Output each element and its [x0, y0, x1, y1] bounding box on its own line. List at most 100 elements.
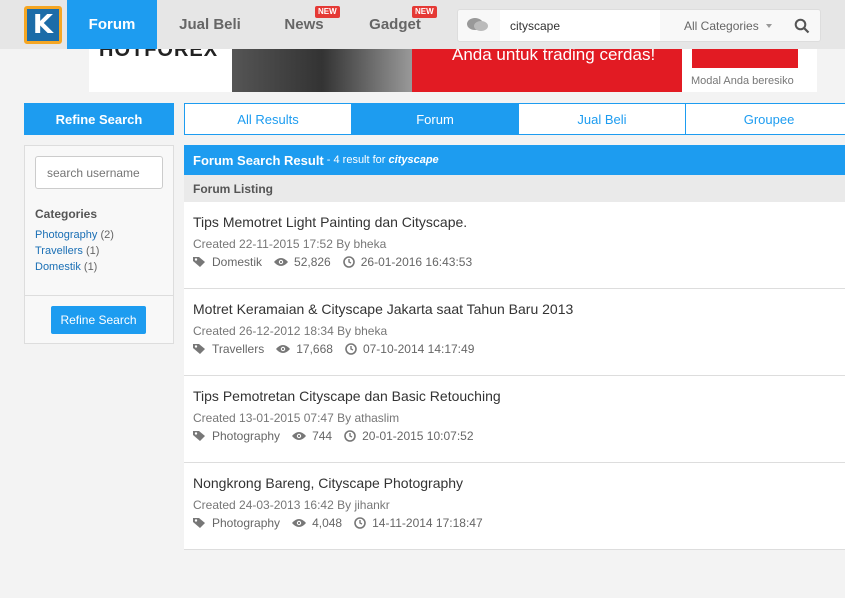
result-count-text: - 4 result for [326, 154, 386, 166]
category-select[interactable]: All Categories [684, 19, 759, 33]
refine-search-header: Refine Search [24, 103, 174, 135]
thread-views: 4,048 [312, 516, 343, 530]
category-meta: Photography [193, 516, 280, 530]
nav-jual-beli-label: Jual Beli [179, 16, 241, 33]
thread-meta: Photography 744 20-01-2015 10:07:52 [193, 429, 845, 443]
thread-views: 52,826 [294, 255, 331, 269]
list-item: Tips Memotret Light Painting dan Citysca… [184, 202, 845, 289]
thread-category[interactable]: Travellers [212, 342, 264, 356]
thread-created: Created 24-03-2013 16:42 By jihankr [193, 498, 390, 512]
ad-banner[interactable]: HOTFOREX Anda untuk trading cerdas! Moda… [89, 49, 817, 92]
tag-icon [193, 518, 205, 528]
nav-forum[interactable]: Forum [67, 0, 157, 49]
search-icon[interactable] [794, 18, 810, 39]
result-summary: - 4 result for cityscape [327, 154, 439, 166]
ad-cta-box [692, 49, 798, 68]
views-meta: 744 [292, 429, 332, 443]
thread-title[interactable]: Tips Pemotretan Cityscape dan Basic Reto… [193, 388, 845, 404]
thread-category[interactable]: Photography [212, 516, 280, 530]
sidebar-divider [25, 295, 173, 296]
last-post-meta: 14-11-2014 17:18:47 [354, 516, 483, 530]
last-post-meta: 20-01-2015 10:07:52 [344, 429, 474, 443]
thread-title[interactable]: Nongkrong Bareng, Cityscape Photography [193, 475, 845, 491]
ad-brand: HOTFOREX [99, 49, 219, 61]
last-post-meta: 26-01-2016 16:43:53 [342, 255, 473, 269]
list-item: Tips Pemotretan Cityscape dan Basic Reto… [184, 376, 845, 463]
category-link-photography[interactable]: Photography [35, 229, 97, 241]
ad-photo [232, 49, 412, 92]
tag-icon [193, 431, 205, 441]
thread-views: 744 [312, 429, 333, 443]
thread-meta: Travellers 17,668 07-10-2014 14:17:49 [193, 342, 845, 356]
last-post-meta: 07-10-2014 14:17:49 [345, 342, 474, 356]
nav-forum-label: Forum [88, 16, 136, 33]
result-tabs: All Results Forum Jual Beli Groupee [184, 103, 845, 135]
eye-icon [292, 519, 307, 527]
tab-jual-beli[interactable]: Jual Beli [518, 103, 686, 135]
result-header: Forum Search Result - 4 result for citys… [184, 145, 845, 175]
search-bar: All Categories [457, 9, 821, 42]
thread-title[interactable]: Motret Keramaian & Cityscape Jakarta saa… [193, 301, 845, 317]
news-new-badge: NEW [315, 6, 340, 18]
tab-groupee[interactable]: Groupee [685, 103, 845, 135]
category-count: (1) [83, 261, 98, 273]
thread-last-post: 20-01-2015 10:07:52 [362, 429, 474, 443]
logo-letter: K [32, 10, 54, 40]
thread-meta: Domestik 52,826 26-01-2016 16:43:53 [193, 255, 845, 269]
views-meta: 52,826 [274, 255, 331, 269]
result-list: Tips Memotret Light Painting dan Citysca… [184, 202, 845, 550]
category-list: Photography (2) Travellers (1) Domestik … [35, 227, 114, 275]
tag-icon [193, 344, 205, 354]
clock-icon [344, 430, 356, 442]
eye-icon [274, 258, 289, 266]
gadget-new-badge: NEW [412, 6, 437, 18]
thread-last-post: 07-10-2014 14:17:49 [362, 342, 475, 356]
refine-sidebar: Categories Photography (2) Travellers (1… [24, 145, 174, 344]
list-item: Nongkrong Bareng, Cityscape Photography … [184, 463, 845, 550]
category-meta: Travellers [193, 342, 264, 356]
thread-created: Created 13-01-2015 07:47 By athaslim [193, 411, 400, 425]
top-navbar: K Forum Jual Beli News NEW Gadget NEW Al… [0, 0, 845, 49]
tab-all-results[interactable]: All Results [184, 103, 352, 135]
category-count: (1) [85, 245, 100, 257]
clock-icon [342, 256, 355, 268]
category-item: Travellers (1) [35, 243, 114, 259]
clock-icon [345, 343, 357, 355]
listing-label: Forum Listing [184, 175, 845, 202]
ad-headline: Anda untuk trading cerdas! [452, 49, 656, 64]
kaskus-logo[interactable]: K [24, 6, 62, 44]
search-input[interactable] [500, 10, 660, 41]
views-meta: 17,668 [276, 342, 333, 356]
tab-forum[interactable]: Forum [351, 103, 519, 135]
chevron-down-icon[interactable] [766, 24, 772, 28]
tag-icon [193, 257, 205, 267]
list-item: Motret Keramaian & Cityscape Jakarta saa… [184, 289, 845, 376]
refine-search-button[interactable]: Refine Search [51, 306, 146, 334]
category-meta: Photography [193, 429, 280, 443]
thread-meta: Photography 4,048 14-11-2014 17:18:47 [193, 516, 845, 530]
category-item: Domestik (1) [35, 259, 114, 275]
thread-category[interactable]: Domestik [212, 255, 262, 269]
ad-disclaimer: Modal Anda beresiko [691, 75, 794, 87]
clock-icon [354, 517, 366, 529]
eye-icon [276, 345, 291, 353]
username-search-input[interactable] [35, 156, 163, 189]
thread-last-post: 26-01-2016 16:43:53 [360, 255, 473, 269]
category-link-domestik[interactable]: Domestik [35, 261, 81, 273]
nav-jual-beli[interactable]: Jual Beli [165, 0, 255, 49]
thread-views: 17,668 [296, 342, 333, 356]
eye-icon [292, 432, 307, 440]
nav-gadget-label: Gadget [369, 16, 421, 33]
chat-bubbles-icon[interactable] [466, 17, 490, 38]
views-meta: 4,048 [292, 516, 342, 530]
category-item: Photography (2) [35, 227, 114, 243]
result-query: cityscape [388, 154, 439, 166]
thread-category[interactable]: Photography [212, 429, 280, 443]
category-link-travellers[interactable]: Travellers [35, 245, 83, 257]
category-meta: Domestik [193, 255, 262, 269]
result-title: Forum Search Result [193, 152, 324, 168]
thread-created: Created 26-12-2012 18:34 By bheka [193, 324, 388, 338]
thread-created: Created 22-11-2015 17:52 By bheka [193, 237, 387, 251]
categories-title: Categories [35, 207, 98, 221]
thread-title[interactable]: Tips Memotret Light Painting dan Citysca… [193, 214, 845, 230]
